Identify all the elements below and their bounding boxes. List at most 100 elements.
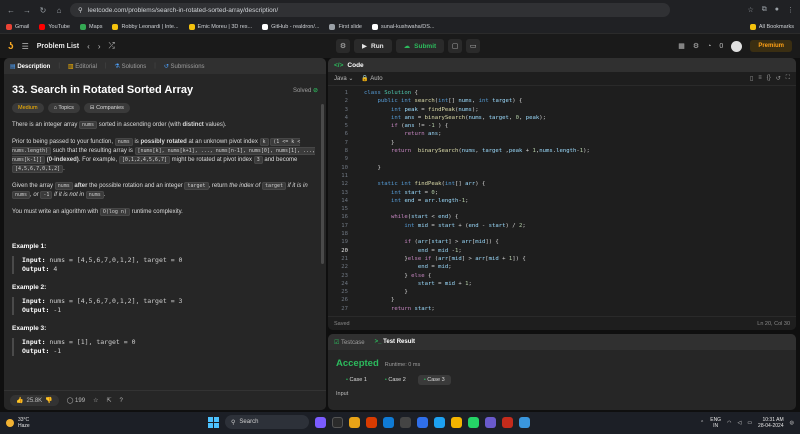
bookmark-youtube[interactable]: YouTube [39,23,70,30]
bookmark-emic[interactable]: Emic Moreu | 3D res... [188,23,252,30]
avatar[interactable] [731,40,743,52]
store-icon[interactable] [400,416,411,428]
bookmark-sunal[interactable]: sunal-kushwaha/DS... [371,23,434,30]
back-icon[interactable]: ← [6,6,16,15]
whiteboard-button[interactable]: ▭ [466,39,481,53]
app-icon[interactable] [315,416,326,428]
reload-icon[interactable]: ↻ [38,6,48,15]
case-tab-1[interactable]: • Case 1 [340,375,373,385]
fullscreen-icon[interactable]: ⛶ [786,75,790,82]
comments-button[interactable]: ◯ 199 [67,397,85,404]
star-icon[interactable]: ☆ [747,6,753,14]
tab-testcase[interactable]: ☑ Testcase [334,339,365,346]
tab-editorial[interactable]: ▥ Editorial [68,63,97,70]
editor-status-bar: Saved Ln 20, Col 30 [328,316,796,330]
list-icon: ☰ [21,41,29,51]
code-toolbar: Java ⌄ 🔒 Auto ▯ ≡ {} ↺ ⛶ [328,72,796,86]
bookmarks-bar: Gmail YouTube Maps Robby Leonardi | Inte… [0,20,800,34]
layout-icon[interactable]: ▦ [678,42,685,50]
premium-button[interactable]: Premium [750,40,792,52]
app-icon[interactable] [502,416,513,428]
share-icon[interactable]: ⇱ [106,397,111,404]
profile-icon[interactable]: ● [775,6,779,14]
thumbs-down-icon: 👎 [45,398,53,404]
tab-submissions[interactable]: ↺ Submissions [164,63,205,70]
address-bar[interactable]: ⚲ leetcode.com/problems/search-in-rotate… [70,3,670,17]
language-indicator[interactable]: ENG IN [710,417,721,429]
task-view-icon[interactable] [332,416,343,428]
debug-button[interactable]: ⚙ [336,39,350,53]
page-title[interactable]: 33. Search in Rotated Sorted Array [12,84,193,96]
run-button[interactable]: ▶ Run [354,39,392,53]
bookmark-github[interactable]: GitHub - realdron/... [262,23,319,30]
code-icon: </> [334,61,344,69]
site-info-icon[interactable]: ⚲ [78,6,83,14]
app-icon[interactable] [519,416,530,428]
weather-widget[interactable]: 33°C Haze [6,417,30,429]
settings-icon[interactable]: ⚙ [693,42,699,50]
bookmark-maps[interactable]: Maps [80,23,102,30]
chevron-up-icon[interactable]: ⌃ [700,420,704,426]
help-icon[interactable]: ? [119,398,122,404]
language-select[interactable]: Java ⌄ [334,75,353,82]
clock[interactable]: 10:31 AM 28-04-2024 [758,417,784,430]
tag-icon: ⌂ [53,105,57,111]
notifications-icon[interactable]: ◎ [790,420,794,426]
url-text: leetcode.com/problems/search-in-rotated-… [87,6,279,14]
whatsapp-icon[interactable] [468,416,479,428]
description-scrollbar[interactable] [321,104,324,264]
auto-mode-toggle[interactable]: 🔒 Auto [361,75,382,82]
tab-description[interactable]: ▤ Description [10,63,50,70]
extensions-icon[interactable]: ⧉ [762,6,767,14]
bookmark-icon[interactable]: ▯ [750,75,753,82]
bookmark-robby[interactable]: Robby Leonardi | Inte... [112,23,179,30]
bookmark-first-slide[interactable]: First slide [329,23,362,30]
volume-icon[interactable]: ◁ [737,420,741,426]
app-icon[interactable] [485,416,496,428]
streak-icon[interactable]: ◔ [707,43,711,50]
difficulty-badge: Medium [12,103,44,113]
leetcode-logo-icon[interactable]: ʖ [8,41,14,52]
chrome-icon[interactable] [451,416,462,428]
folder-icon [749,23,756,30]
like-button[interactable]: 👍 25.8K 👎 [10,395,59,406]
next-problem-icon[interactable]: › [98,42,101,51]
book-icon: ▥ [67,63,74,70]
case-tab-3[interactable]: • Case 3 [417,375,451,385]
shuffle-icon[interactable]: ⤮ [108,41,114,51]
braces-icon[interactable]: {} [767,75,771,82]
companies-chip[interactable]: ⊟ Companies [83,103,130,113]
office-icon[interactable] [366,416,377,428]
submit-button[interactable]: ☁ Submit [395,39,445,53]
forward-icon[interactable]: → [22,6,32,15]
file-explorer-icon[interactable] [349,416,360,428]
edge-icon[interactable] [383,416,394,428]
notes-button[interactable]: ▢ [448,39,463,53]
prev-problem-icon[interactable]: ‹ [87,42,90,51]
all-bookmarks[interactable]: All Bookmarks [749,23,794,30]
code-editor[interactable]: 1 2 3 4 5 6 7 8 9 10 11 12 13 14 15 16 17 18 19 20 21 22 23 24 2… [328,86,796,312]
menu-icon[interactable]: ⋮ [787,6,794,14]
github-icon [371,23,378,30]
test-panel: ☑ Testcase >_ Test Result Accepted Runti… [328,334,796,410]
battery-icon[interactable]: ▭ [747,420,752,426]
problem-list-link[interactable]: Problem List [37,43,79,50]
taskbar-search[interactable]: ⚲ Search [225,415,309,429]
favorite-icon[interactable]: ☆ [93,397,98,404]
description-paragraph-3: Given the array nums after the possible … [12,182,308,199]
tab-solutions[interactable]: ⚗ Solutions [115,63,147,70]
app-icon[interactable] [434,416,445,428]
vscode-icon[interactable] [417,416,428,428]
description-paragraph-4: You must write an algorithm with O(log n… [12,208,183,216]
case-tab-2[interactable]: • Case 2 [379,375,412,385]
cloud-upload-icon: ☁ [403,43,411,50]
reset-icon[interactable]: ↺ [776,75,781,82]
format-icon[interactable]: ≡ [758,75,762,82]
home-icon[interactable]: ⌂ [54,6,64,15]
wifi-icon[interactable]: ◠ [727,420,731,426]
check-circle-icon: ⊘ [312,87,318,94]
windows-start-icon[interactable] [208,416,219,428]
bookmark-gmail[interactable]: Gmail [6,23,29,30]
tab-test-result[interactable]: >_ Test Result [375,339,415,345]
topics-chip[interactable]: ⌂ Topics [47,103,80,113]
